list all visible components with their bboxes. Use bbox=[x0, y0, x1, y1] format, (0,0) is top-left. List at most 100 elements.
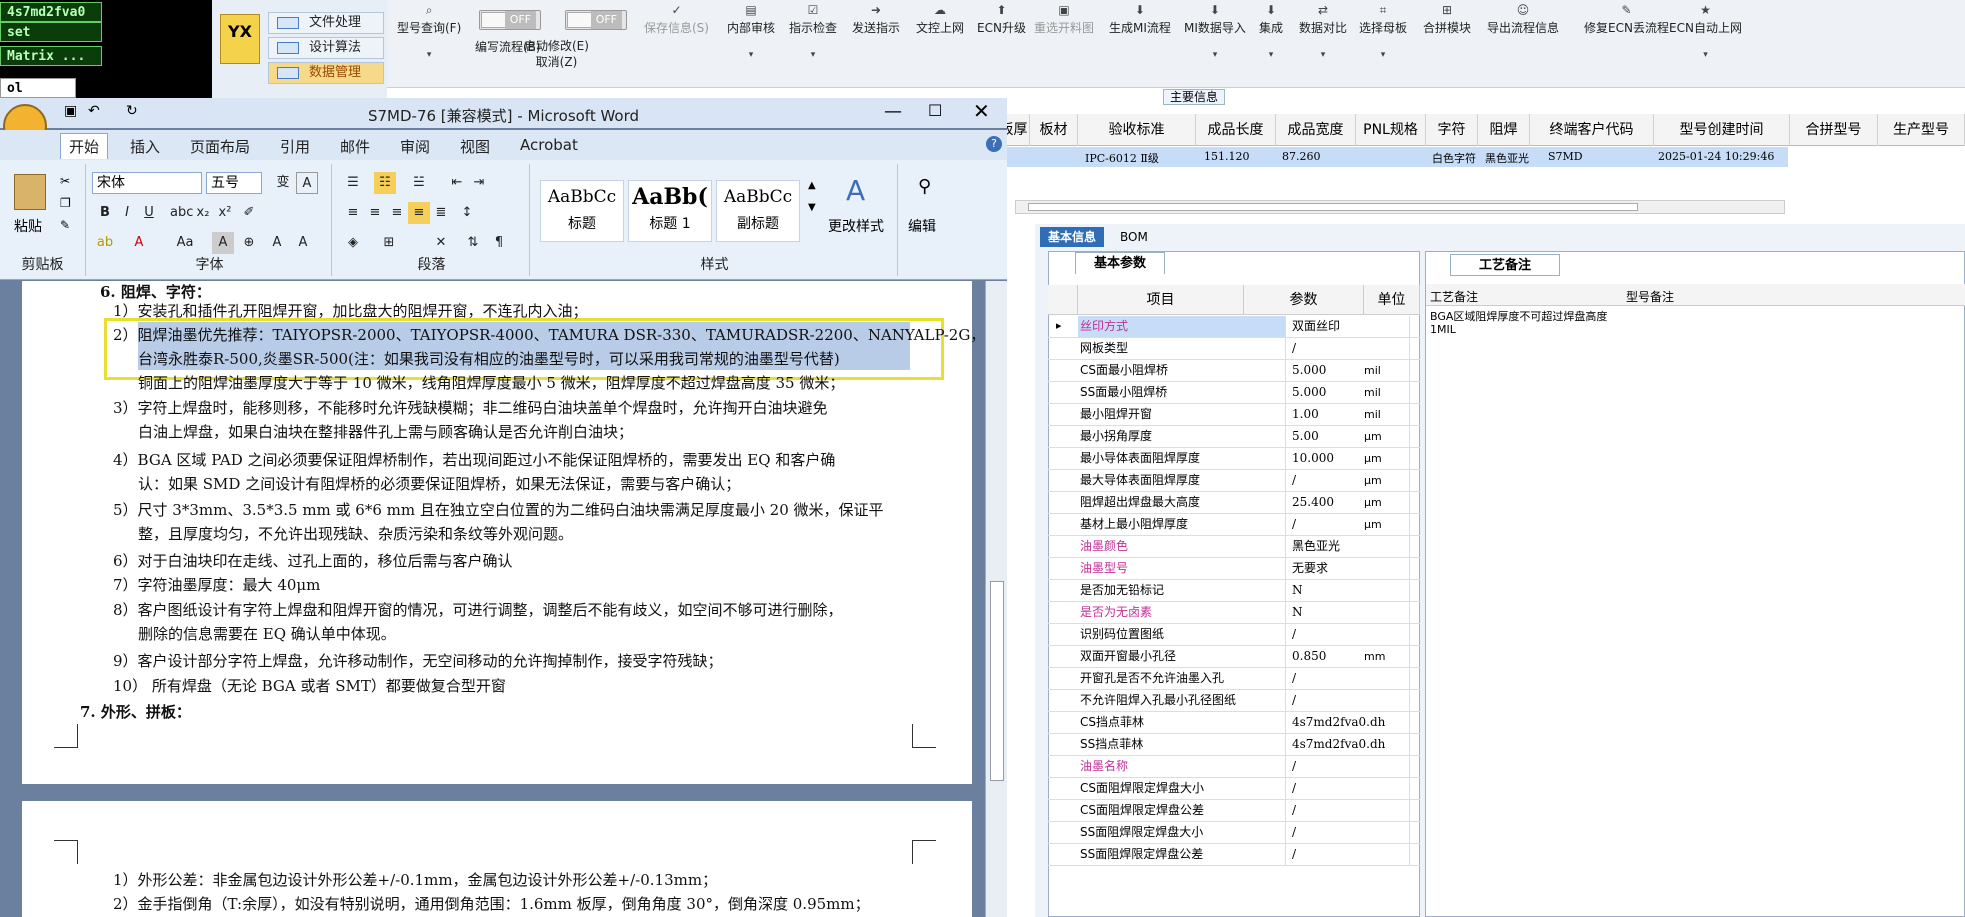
multilevel-list-icon[interactable]: ☱ bbox=[408, 172, 430, 194]
param-item-cell[interactable]: 识别码位置图纸 bbox=[1078, 624, 1286, 645]
cut-icon[interactable]: ✂ bbox=[60, 174, 70, 188]
document-line[interactable]: 铜面上的阻焊油墨厚度大于等于 10 微米，线角阻焊厚度最小 5 微米，阻焊厚度不… bbox=[138, 372, 844, 393]
document-line[interactable]: 白油上焊盘，如果白油块在整排器件孔上需与顾客确认是否允许削白油块； bbox=[138, 421, 633, 442]
integrate-button[interactable]: ⬇ 集成 ▾ bbox=[1259, 4, 1283, 60]
document-line[interactable]: 4）BGA 区域 PAD 之间必须要保证阻焊桥制作，若出现间距过小不能保证阻焊桥… bbox=[113, 449, 835, 470]
styles-scroll-down-icon[interactable]: ▼ bbox=[808, 202, 816, 213]
param-value-cell[interactable]: 25.400 bbox=[1288, 492, 1410, 513]
scroll-thumb[interactable] bbox=[1028, 203, 1638, 211]
phonetic-icon[interactable]: 变 bbox=[272, 172, 294, 194]
param-item-cell[interactable]: 最小导体表面阻焊厚度 bbox=[1078, 448, 1286, 469]
param-value-cell[interactable]: / bbox=[1288, 800, 1410, 821]
col-header-param[interactable]: 参数 bbox=[1244, 285, 1364, 315]
document-line[interactable]: 6）对于白油块印在走线、过孔上面的，移位后需与客户确认 bbox=[113, 550, 513, 571]
minimize-icon[interactable]: — bbox=[884, 101, 902, 122]
paste-icon[interactable] bbox=[14, 174, 46, 210]
col-header[interactable]: 阻焊 bbox=[1478, 114, 1530, 146]
param-item-cell[interactable]: 双面开窗最小孔径 bbox=[1078, 646, 1286, 667]
ecn-upgrade-button[interactable]: ⬆ ECN升级 bbox=[977, 4, 1026, 36]
document-line[interactable]: 9）客户设计部分字符上焊盘，允许移动制作，无空间移动的允许掏掉制作，接受字符残缺… bbox=[113, 650, 723, 671]
nav-file-processing[interactable]: 文件处理 bbox=[268, 12, 384, 34]
param-value-cell[interactable]: / bbox=[1288, 338, 1410, 359]
col-header[interactable]: 型号创建时间 bbox=[1654, 114, 1790, 146]
send-instruction-button[interactable]: ➜ 发送指示 bbox=[852, 4, 900, 36]
change-styles-icon[interactable]: A bbox=[846, 174, 865, 207]
param-item-cell[interactable]: 油墨颜色 bbox=[1078, 536, 1286, 557]
param-item-cell[interactable]: 最小拐角厚度 bbox=[1078, 426, 1286, 447]
param-value-cell[interactable]: / bbox=[1288, 470, 1410, 491]
param-value-cell[interactable]: / bbox=[1288, 690, 1410, 711]
generate-mi-button[interactable]: ⬇ 生成MI流程 bbox=[1109, 4, 1171, 36]
instruction-check-button[interactable]: ☑ 指示检查 ▾ bbox=[789, 4, 837, 60]
style-heading-1[interactable]: AaBb(标题 1 bbox=[628, 180, 712, 242]
table-row[interactable]: 基材上最小阻焊厚度 / μm bbox=[1048, 514, 1420, 536]
italic-icon[interactable]: I bbox=[116, 202, 138, 224]
undo-icon[interactable]: ↶ bbox=[88, 103, 100, 119]
param-value-cell[interactable]: 无要求 bbox=[1288, 558, 1410, 579]
col-header[interactable]: 成品宽度 bbox=[1276, 114, 1356, 146]
document-line[interactable]: 5）尺寸 3*3mm、3.5*3.5 mm 或 6*6 mm 且在独立空白位置的… bbox=[113, 499, 884, 520]
shrink-font-icon[interactable]: A bbox=[292, 232, 314, 254]
param-value-cell[interactable]: / bbox=[1288, 822, 1410, 843]
maximize-icon[interactable]: ☐ bbox=[928, 101, 942, 120]
param-value-cell[interactable]: / bbox=[1288, 844, 1410, 865]
param-value-cell[interactable]: / bbox=[1288, 756, 1410, 777]
underline-icon[interactable]: U bbox=[138, 202, 160, 224]
numbering-icon[interactable]: ☷ bbox=[374, 172, 396, 194]
bold-icon[interactable]: B bbox=[94, 202, 116, 224]
decrease-indent-icon[interactable]: ⇤ bbox=[446, 172, 468, 194]
document-line[interactable]: 8）客户图纸设计有字符上焊盘和阻焊开窗的情况，可进行调整，调整后不能有歧义，如空… bbox=[113, 599, 843, 620]
align-right-icon[interactable]: ≡ bbox=[386, 202, 408, 224]
param-value-cell[interactable]: / bbox=[1288, 514, 1410, 535]
table-row[interactable]: SS面阻焊限定焊盘大小 / bbox=[1048, 822, 1420, 844]
table-row[interactable]: 最小导体表面阻焊厚度 10.000 μm bbox=[1048, 448, 1420, 470]
table-row[interactable]: 网板类型 / bbox=[1048, 338, 1420, 360]
param-value-cell[interactable]: 0.850 bbox=[1288, 646, 1410, 667]
table-row[interactable]: SS面阻焊限定焊盘公差 / bbox=[1048, 844, 1420, 866]
reselect-cut-button[interactable]: ▣ 重选开料图 bbox=[1034, 4, 1094, 36]
tab-basic-info[interactable]: 基本信息 bbox=[1040, 227, 1105, 247]
col-header[interactable]: 生产型号 bbox=[1878, 114, 1965, 146]
param-unit-cell[interactable]: μm bbox=[1364, 492, 1382, 513]
param-item-cell[interactable]: 基材上最小阻焊厚度 bbox=[1078, 514, 1286, 535]
param-unit-cell[interactable]: μm bbox=[1364, 426, 1382, 447]
distribute-icon[interactable]: ≣ bbox=[430, 202, 452, 224]
col-header[interactable]: PNL规格 bbox=[1356, 114, 1426, 146]
param-item-cell[interactable]: 阻焊超出焊盘最大高度 bbox=[1078, 492, 1286, 513]
table-row[interactable]: 是否加无铅标记 N bbox=[1048, 580, 1420, 602]
table-row[interactable]: 油墨颜色 黑色亚光 bbox=[1048, 536, 1420, 558]
param-item-cell[interactable]: 开窗孔是否不允许油墨入孔 bbox=[1078, 668, 1286, 689]
select-board-button[interactable]: ⌗ 选择母板 ▾ bbox=[1359, 4, 1407, 60]
scroll-thumb[interactable] bbox=[990, 581, 1004, 781]
tab-bom[interactable]: BOM bbox=[1112, 227, 1156, 247]
document-line[interactable]: 10） 所有焊盘（无论 BGA 或者 SMT）都要做复合型开窗 bbox=[113, 675, 506, 696]
param-item-cell[interactable]: CS面阻焊限定焊盘大小 bbox=[1078, 778, 1286, 799]
param-unit-cell[interactable]: μm bbox=[1364, 448, 1382, 469]
line-spacing-icon[interactable]: ↕ bbox=[456, 202, 478, 224]
job-name-field[interactable]: 4s7md2fva0 bbox=[0, 2, 102, 22]
param-value-cell[interactable]: 5.000 bbox=[1288, 360, 1410, 381]
mi-import-button[interactable]: ⬇ MI数据导入 ▾ bbox=[1184, 4, 1246, 60]
nav-design-algorithm[interactable]: 设计算法 bbox=[268, 37, 384, 59]
paste-button[interactable]: 粘贴 bbox=[14, 216, 42, 236]
param-item-cell[interactable]: 油墨名称 bbox=[1078, 756, 1286, 777]
param-value-cell[interactable]: 10.000 bbox=[1288, 448, 1410, 469]
param-value-cell[interactable]: 4s7md2fva0.dh bbox=[1288, 712, 1410, 733]
param-unit-cell[interactable]: mil bbox=[1364, 382, 1381, 403]
save-info-button[interactable]: ✓ 保存信息(S) bbox=[644, 4, 709, 36]
col-header[interactable]: 合拼型号 bbox=[1790, 114, 1878, 146]
table-row[interactable]: 最小拐角厚度 5.00 μm bbox=[1048, 426, 1420, 448]
strikethrough-icon[interactable]: abc bbox=[170, 202, 193, 224]
grow-font-icon[interactable]: A bbox=[266, 232, 288, 254]
param-unit-cell[interactable]: mil bbox=[1364, 404, 1381, 425]
param-unit-cell[interactable]: μm bbox=[1364, 514, 1382, 535]
model-query-button[interactable]: ⌕ 型号查询(F) ▾ bbox=[397, 4, 461, 60]
param-item-cell[interactable]: 不允许阻焊入孔最小孔径图纸 bbox=[1078, 690, 1286, 711]
param-item-cell[interactable]: SS面阻焊限定焊盘公差 bbox=[1078, 844, 1286, 865]
compile-flow-toggle[interactable]: OFF bbox=[479, 10, 541, 30]
show-marks-icon[interactable]: ¶ bbox=[488, 232, 510, 254]
param-value-cell[interactable]: / bbox=[1288, 624, 1410, 645]
table-row[interactable]: CS挡点菲林 4s7md2fva0.dh bbox=[1048, 712, 1420, 734]
nav-data-management[interactable]: 数据管理 bbox=[268, 62, 384, 84]
tab-insert[interactable]: 插入 bbox=[130, 136, 160, 157]
